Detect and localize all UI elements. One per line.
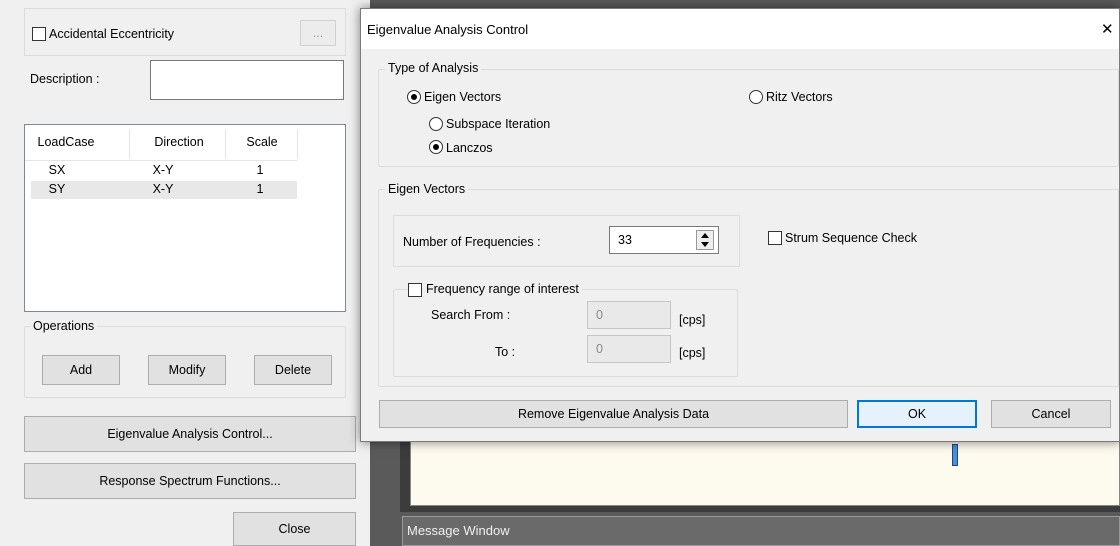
- description-label: Description :: [30, 72, 100, 86]
- response-spectrum-button[interactable]: Response Spectrum Functions...: [24, 463, 356, 499]
- dialog-title-bar[interactable]: Eigenvalue Analysis Control ✕: [361, 9, 1119, 49]
- header-divider: [129, 129, 130, 159]
- add-button[interactable]: Add: [42, 355, 120, 385]
- subspace-iteration-radio[interactable]: [429, 117, 443, 131]
- num-frequencies-label: Number of Frequencies :: [403, 235, 541, 249]
- dialog-title: Eigenvalue Analysis Control: [367, 22, 529, 37]
- cell-direction: X-Y: [152, 163, 174, 177]
- close-icon[interactable]: ✕: [1101, 20, 1114, 38]
- ritz-vectors-label: Ritz Vectors: [766, 90, 833, 104]
- accidental-eccentricity-checkbox[interactable]: [32, 27, 46, 41]
- eigen-vectors-legend: Eigen Vectors: [385, 182, 469, 196]
- search-from-value: 0: [596, 308, 603, 322]
- strum-sequence-label: Strum Sequence Check: [785, 231, 918, 245]
- model-element-icon: [952, 444, 958, 466]
- lanczos-radio[interactable]: [429, 140, 443, 154]
- chevron-up-icon[interactable]: [701, 233, 709, 238]
- to-unit: [cps]: [679, 346, 706, 360]
- remove-eigenvalue-data-button[interactable]: Remove Eigenvalue Analysis Data: [379, 400, 848, 428]
- close-button[interactable]: Close: [233, 512, 356, 546]
- header-divider: [297, 129, 298, 159]
- ok-button[interactable]: OK: [857, 400, 977, 428]
- cell-scale: 1: [256, 163, 264, 177]
- ritz-vectors-radio[interactable]: [749, 90, 763, 104]
- message-window-label: Message Window: [407, 523, 510, 538]
- cell-scale: 1: [256, 182, 264, 196]
- header-divider: [225, 129, 226, 159]
- to-value: 0: [596, 342, 603, 356]
- search-from-unit: [cps]: [679, 313, 706, 327]
- header-scale[interactable]: Scale: [227, 135, 297, 149]
- search-from-label: Search From :: [431, 308, 511, 322]
- eigenvalue-dialog: Eigenvalue Analysis Control ✕ Type of An…: [360, 8, 1120, 442]
- cell-loadcase: SX: [48, 163, 66, 177]
- cell-loadcase: SY: [48, 182, 66, 196]
- eigen-control-button[interactable]: Eigenvalue Analysis Control...: [24, 416, 356, 452]
- left-panel: Accidental Eccentricity ... Description …: [0, 0, 370, 546]
- header-loadcase[interactable]: LoadCase: [25, 135, 107, 149]
- loadcase-table[interactable]: LoadCase Direction Scale SX X-Y 1 SY X-Y…: [24, 124, 346, 312]
- frequency-range-group: [393, 289, 738, 377]
- search-from-input[interactable]: 0: [587, 301, 671, 329]
- header-direction[interactable]: Direction: [133, 135, 225, 149]
- to-label: To :: [495, 345, 516, 359]
- subspace-iteration-label: Subspace Iteration: [446, 117, 551, 131]
- type-of-analysis-legend: Type of Analysis: [385, 61, 482, 75]
- table-row[interactable]: SX X-Y 1: [31, 163, 297, 179]
- accidental-eccentricity-label: Accidental Eccentricity: [49, 27, 175, 41]
- modify-button[interactable]: Modify: [148, 355, 226, 385]
- chevron-down-icon[interactable]: [701, 242, 709, 247]
- frequency-range-checkbox[interactable]: [408, 283, 422, 297]
- table-row[interactable]: SY X-Y 1: [31, 181, 297, 199]
- delete-button[interactable]: Delete: [254, 355, 332, 385]
- ellipsis-button[interactable]: ...: [300, 20, 336, 46]
- description-input[interactable]: [150, 60, 344, 100]
- num-frequencies-value: 33: [618, 233, 632, 247]
- eigen-vectors-radio[interactable]: [407, 90, 421, 104]
- table-header-row: LoadCase Direction Scale: [25, 125, 298, 161]
- operations-legend: Operations: [30, 319, 98, 333]
- num-frequencies-stepper[interactable]: 33: [609, 226, 719, 254]
- message-window-bar: Message Window: [402, 516, 1120, 546]
- lanczos-label: Lanczos: [446, 141, 493, 155]
- frequency-range-label: Frequency range of interest: [423, 282, 582, 296]
- spin-buttons[interactable]: [696, 230, 714, 250]
- eigen-vectors-label: Eigen Vectors: [424, 90, 502, 104]
- strum-sequence-checkbox[interactable]: [768, 231, 782, 245]
- to-input[interactable]: 0: [587, 335, 671, 363]
- model-viewport: [410, 440, 1120, 506]
- cancel-button[interactable]: Cancel: [991, 400, 1111, 428]
- cell-direction: X-Y: [152, 182, 174, 196]
